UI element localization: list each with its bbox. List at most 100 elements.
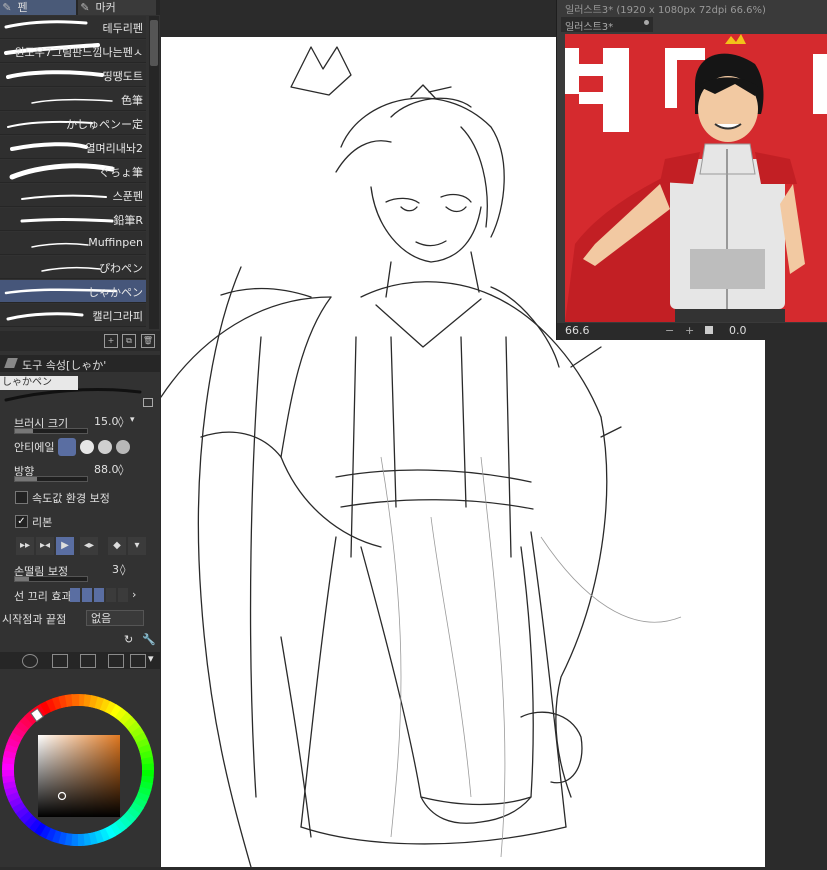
- tail-cell[interactable]: [82, 588, 92, 602]
- direction-value[interactable]: 88.0: [94, 463, 119, 476]
- shape-play-both-button[interactable]: ▸▸: [16, 537, 34, 555]
- color-wheel-panel: [0, 670, 160, 867]
- brush-name: 테두리펜: [102, 22, 143, 35]
- brush-item[interactable]: 色筆: [0, 88, 146, 111]
- color-slider-tab[interactable]: [52, 654, 68, 668]
- antialias-none-button[interactable]: [58, 438, 76, 456]
- history-tab[interactable]: [130, 654, 146, 668]
- reference-image[interactable]: [565, 34, 827, 322]
- chevron-down-icon[interactable]: ▾: [130, 415, 135, 425]
- intermediate-color-tab[interactable]: [108, 654, 124, 668]
- spin-icon[interactable]: ◊: [118, 463, 123, 476]
- antialias-medium-button[interactable]: [98, 440, 112, 454]
- chevron-down-icon[interactable]: ▾: [148, 652, 154, 665]
- brush-size-slider[interactable]: [14, 428, 88, 434]
- tool-footer-row: ↻ 🔧: [0, 630, 160, 652]
- brush-list: 테두리펜윈도우7그림판느낌나는펜ㅅ 띵땡도트 色筆かしゅペンー定 열며리내놔2 ぐちょ筆…: [0, 16, 148, 329]
- left-panel: ✎ 펜 ✎ 마커 테두리펜윈도우7그림판느낌나는펜ㅅ 띵땡도트 色筆かしゅペンー定 열…: [0, 0, 160, 867]
- speed-checkbox[interactable]: [15, 491, 28, 504]
- start-end-row: 시작점과 끝점 없음: [0, 608, 160, 630]
- direction-slider[interactable]: [14, 476, 88, 482]
- sub-view-tab[interactable]: 일러스트3*: [561, 17, 653, 33]
- speed-row: 속도값 환경 보정: [0, 487, 160, 509]
- zoom-slider-thumb[interactable]: [705, 326, 713, 334]
- spin-icon[interactable]: ◊: [118, 415, 123, 428]
- brush-item[interactable]: 鉛筆R: [0, 208, 146, 231]
- tab-marker[interactable]: ✎ 마커: [78, 0, 156, 15]
- brush-name: ぐちょ筆: [99, 166, 143, 179]
- brush-item[interactable]: 열며리내놔2: [0, 136, 146, 159]
- zoom-in-button[interactable]: +: [685, 324, 694, 337]
- chevron-down-icon[interactable]: ▾: [128, 537, 146, 555]
- ribbon-row: ✓ 리본: [0, 511, 160, 533]
- zoom-value[interactable]: 66.6: [565, 324, 590, 337]
- tool-property-header: 도구 속성[しゃか': [0, 355, 160, 372]
- color-wheel-tab[interactable]: [22, 654, 38, 668]
- tail-cell[interactable]: [106, 588, 116, 602]
- brush-item[interactable]: かしゅペンー定: [0, 112, 146, 135]
- stabilize-value[interactable]: 3: [112, 563, 119, 576]
- brush-item[interactable]: 띵땡도트: [0, 64, 146, 87]
- brush-name: 色筆: [121, 94, 143, 107]
- wrench-icon[interactable]: 🔧: [142, 633, 156, 646]
- tab-pen[interactable]: ✎ 펜: [0, 0, 76, 15]
- color-panel-tabs: ▾: [0, 652, 160, 669]
- reset-icon[interactable]: ↻: [124, 633, 133, 646]
- brush-list-buttons: + ⧉ 🗑: [0, 331, 160, 351]
- brush-tabs: ✎ 펜 ✎ 마커: [0, 0, 160, 15]
- marker-icon: ✎: [80, 1, 90, 14]
- brush-item[interactable]: 테두리펜: [0, 16, 146, 39]
- brush-size-row: 브러시 크기 15.0 ◊ ▾: [0, 412, 160, 434]
- brush-item[interactable]: ぐちょ筆: [0, 160, 146, 183]
- ribbon-label: 리본: [32, 516, 53, 529]
- spin-icon[interactable]: ◊: [120, 563, 125, 576]
- color-set-tab[interactable]: [80, 654, 96, 668]
- brush-item[interactable]: 윈도우7그림판느낌나는펜ㅅ: [0, 40, 146, 63]
- tail-cell[interactable]: [70, 588, 80, 602]
- delete-brush-icon[interactable]: 🗑: [141, 334, 155, 348]
- tail-cell[interactable]: [94, 588, 104, 602]
- chevron-right-icon[interactable]: ›: [132, 588, 136, 601]
- start-end-dropdown[interactable]: 없음: [86, 610, 144, 626]
- brush-size-value[interactable]: 15.0: [94, 415, 119, 428]
- brush-item[interactable]: 캘리그라피: [0, 304, 146, 327]
- pen-icon: ✎: [2, 1, 12, 14]
- brush-item[interactable]: ぴわペン: [0, 256, 146, 279]
- direction-row: 방향 88.0 ◊: [0, 460, 160, 482]
- sub-view-tab-label: 일러스트3*: [565, 22, 614, 33]
- brush-list-scroll-thumb[interactable]: [150, 20, 158, 66]
- brush-name-tag: しゃかペン: [0, 376, 78, 390]
- close-icon[interactable]: [644, 20, 649, 25]
- brush-name: Muffinpen: [88, 236, 143, 249]
- tab-marker-label: 마커: [95, 1, 116, 14]
- brush-item[interactable]: 스푼펜: [0, 184, 146, 207]
- color-wheel[interactable]: [0, 670, 160, 867]
- shape-diamond-button[interactable]: ◂▸: [80, 537, 98, 555]
- antialias-weak-button[interactable]: [80, 440, 94, 454]
- brush-item[interactable]: Muffinpen: [0, 232, 146, 255]
- brush-name: ぴわペン: [99, 262, 143, 275]
- shape-bow-button[interactable]: ▸◂: [36, 537, 54, 555]
- antialias-label: 안티에일: [14, 441, 55, 454]
- sub-view-toolbar: 66.6 − + 0.0: [557, 323, 827, 340]
- brush-name: 鉛筆R: [113, 214, 143, 227]
- shape-triangle-button[interactable]: ▶: [56, 537, 74, 555]
- brush-name: しゃかペン: [88, 286, 143, 299]
- ribbon-checkbox[interactable]: ✓: [15, 515, 28, 528]
- lock-icon[interactable]: [143, 398, 153, 407]
- shape-star-button[interactable]: ◆: [108, 537, 126, 555]
- stabilize-slider[interactable]: [14, 576, 88, 582]
- brush-item[interactable]: しゃかペン: [0, 280, 146, 303]
- antialias-row: 안티에일: [0, 436, 160, 458]
- brush-name: 캘리그라피: [92, 310, 143, 323]
- brush-name: かしゅペンー定: [66, 118, 143, 131]
- brush-name: 띵땡도트: [102, 70, 143, 83]
- zoom-out-button[interactable]: −: [665, 324, 674, 337]
- tail-cell[interactable]: [118, 588, 128, 602]
- tool-property-icon: [4, 358, 18, 368]
- antialias-strong-button[interactable]: [116, 440, 130, 454]
- add-brush-button[interactable]: +: [104, 334, 118, 348]
- rotation-value[interactable]: 0.0: [729, 324, 747, 337]
- shape-row: ▸▸ ▸◂ ▶ ◂▸ ◆ ▾: [0, 535, 160, 557]
- duplicate-brush-button[interactable]: ⧉: [122, 334, 136, 348]
